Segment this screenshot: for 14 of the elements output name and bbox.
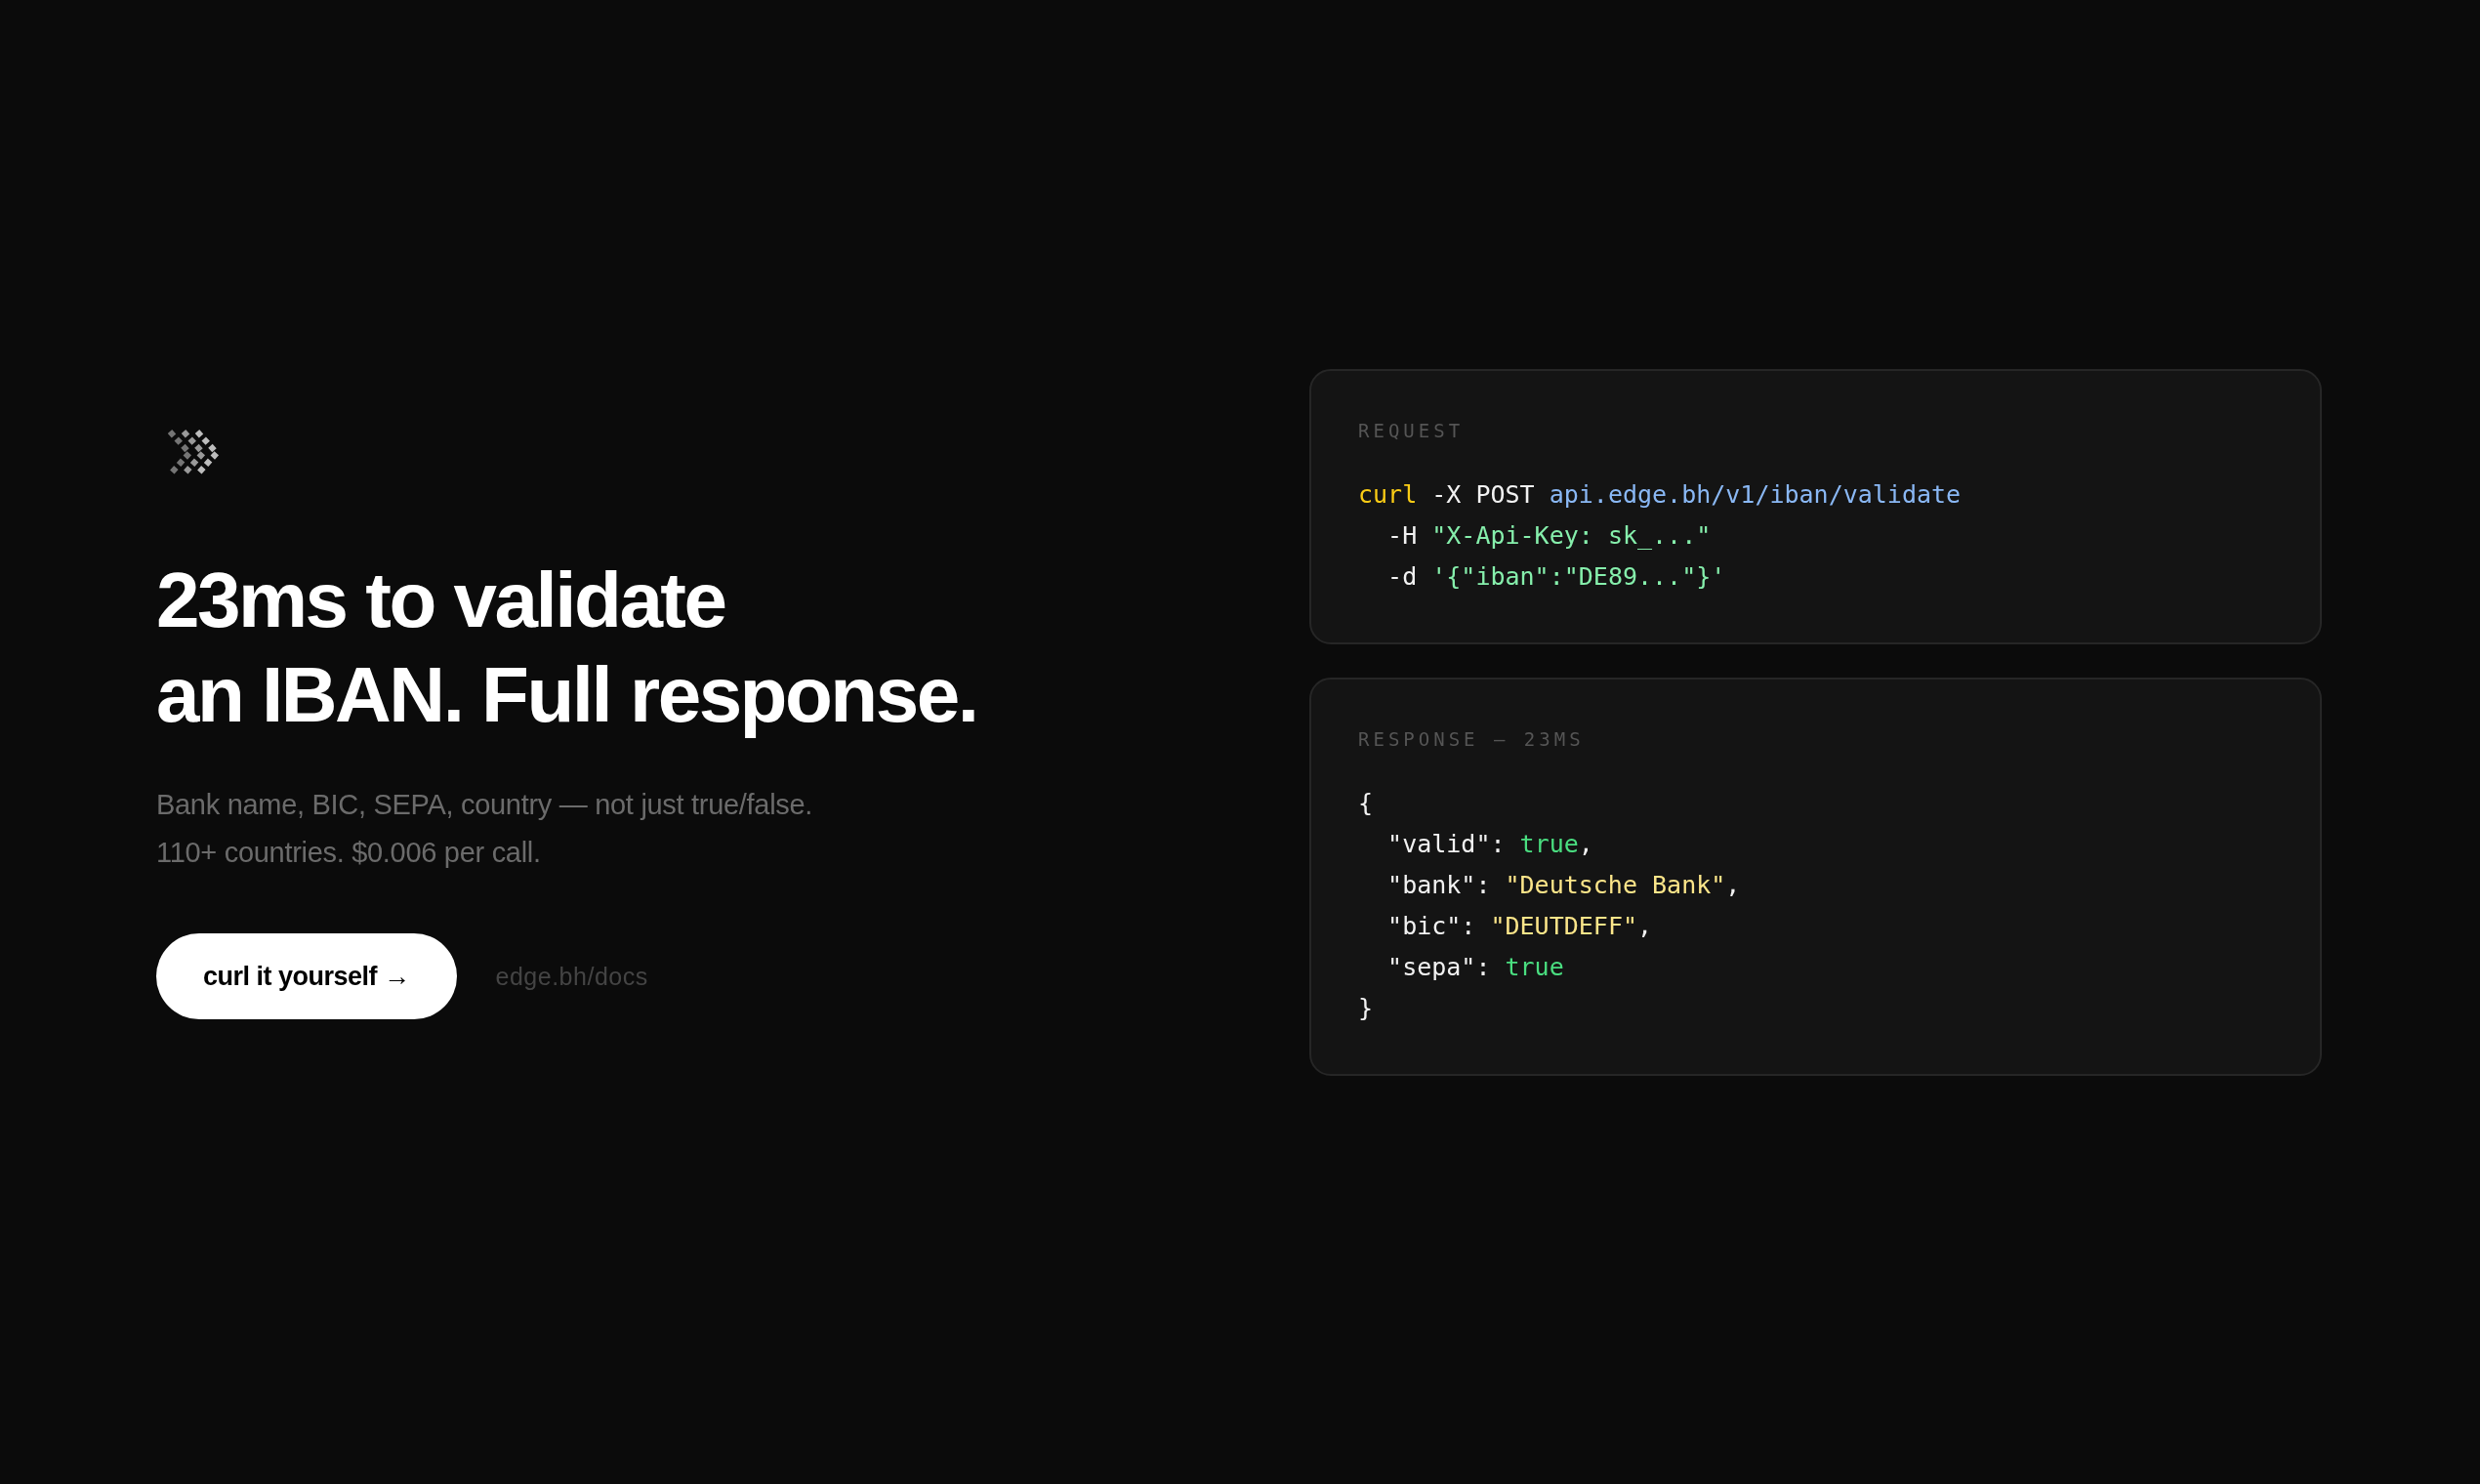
code-line: curl -X POST api.edge.bh/v1/iban/validate xyxy=(1358,479,1963,511)
code-line: -d '{"iban":"DE89..."}' xyxy=(1386,561,1727,593)
code-line: "sepa": true xyxy=(1386,952,1565,983)
code-line: "bank": "Deutsche Bank", xyxy=(1386,870,1742,901)
code-line: "valid": true, xyxy=(1386,829,1594,860)
card-label: RESPONSE — 23MS xyxy=(1358,728,1586,750)
subtitle: Bank name, BIC, SEPA, country — not just true/false. 110+ countries. $0.006 per call. xyxy=(156,788,813,870)
card-label: REQUEST xyxy=(1358,420,1466,441)
cta-button[interactable]: curl it yourself → xyxy=(156,933,457,1019)
code-line: "bic": "DEUTDEFF", xyxy=(1386,911,1654,942)
code-line: { xyxy=(1358,788,1375,819)
headline: 23ms to validate an IBAN. Full response. xyxy=(156,556,977,740)
code-line: } xyxy=(1358,993,1375,1024)
code-line: -H "X-Api-Key: sk_..." xyxy=(1386,520,1713,552)
